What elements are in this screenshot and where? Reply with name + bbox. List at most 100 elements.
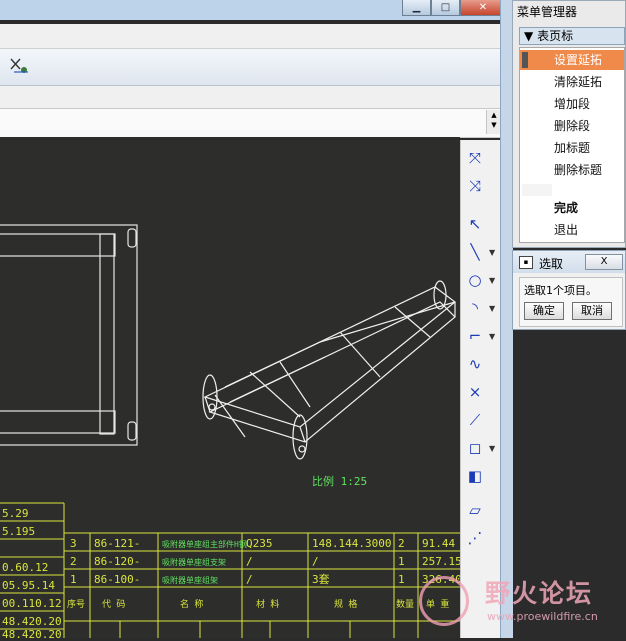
note-icon: ⤨ <box>468 177 481 195</box>
select-dialog-close-button[interactable]: X <box>585 254 623 270</box>
menu-header-label: 表页标 <box>537 29 574 43</box>
bom-cell-no: 2 <box>70 555 77 568</box>
scale-label: 比例 1:25 <box>312 474 367 488</box>
left-number: 5.29 <box>2 507 29 520</box>
sketch-tool-palette: ⤧ ⤨ ↖ ╲ ▼ ○ ▼ ◝ ▼ ⌐ ▼ ∿ × ⟋ ◻ ▼ ◧ ▱ ⋰ <box>460 140 503 638</box>
bom-cell-code: 86-100- <box>94 573 140 586</box>
bom-header-code: 代 码 <box>102 599 125 610</box>
mirror-tool[interactable]: ◧ <box>465 464 499 488</box>
bom-cell-spec: 148.144.3000 <box>312 537 391 550</box>
dropdown-arrow-icon[interactable]: ▼ <box>489 276 495 285</box>
offset-tool[interactable]: ◻ ▼ <box>465 436 499 460</box>
ribbon-toolbar <box>0 49 500 86</box>
message-scrollbar[interactable]: ▲ ▼ <box>486 110 501 134</box>
arc-tool[interactable]: ◝ ▼ <box>465 296 499 320</box>
menu-header-table-page[interactable]: ▼ 表页标 <box>519 27 625 45</box>
frame-view-iso <box>202 280 456 460</box>
menu-separator <box>522 184 552 196</box>
point-tool[interactable]: × <box>465 380 499 404</box>
note-tool[interactable]: ⤨ <box>465 174 499 198</box>
chamfer-icon: ⟋ <box>469 411 481 429</box>
menu-item-delete-title[interactable]: 删除标题 <box>520 160 624 180</box>
message-area <box>0 108 500 138</box>
left-number: 00.110.12 <box>2 597 62 610</box>
spline-icon: ∿ <box>468 355 482 373</box>
drawing-canvas[interactable]: 比例 1:25 5.29 5.195 0.60.12 05.95.14 00.1… <box>0 137 462 641</box>
fillet-icon: ⌐ <box>468 327 482 345</box>
bom-cell-material: / <box>246 573 253 586</box>
construction-line-icon: ⋰ <box>467 529 483 547</box>
dropdown-arrow-icon[interactable]: ▼ <box>489 444 495 453</box>
watermark-logo <box>419 576 469 626</box>
select-arrow-tool[interactable]: ↖ <box>465 212 499 236</box>
menu-item-quit[interactable]: 退出 <box>520 220 624 240</box>
toolbar-strip <box>0 24 500 49</box>
parallelogram-tool[interactable]: ▱ <box>465 498 499 522</box>
left-number: 0.60.12 <box>2 561 48 574</box>
ok-button[interactable]: 确定 <box>524 302 564 320</box>
circle-icon: ○ <box>468 271 482 289</box>
frame-view-left <box>0 224 138 446</box>
select-dialog: ▪ 选取 X 选取1个项目。 确定 取消 <box>512 250 626 330</box>
menu-manager: 菜单管理器 ▼ 表页标 设置延拓 清除延拓 增加段 删除段 加标题 删除标题 完… <box>512 0 626 248</box>
bom-header-material: 材 料 <box>256 598 279 610</box>
bom-header-qty: 数量 <box>396 598 414 610</box>
select-arrow-icon: ↖ <box>468 215 482 233</box>
bom-cell-qty: 1 <box>398 573 405 586</box>
bom-cell-code: 86-121- <box>94 537 140 550</box>
bom-cell-no: 1 <box>70 573 77 586</box>
cancel-button[interactable]: 取消 <box>572 302 612 320</box>
bom-cell-material: Q235 <box>246 537 273 550</box>
left-number: 5.195 <box>2 525 35 538</box>
dimension-icon: ⤧ <box>468 149 481 167</box>
offset-icon: ◻ <box>468 439 482 457</box>
dropdown-arrow-icon[interactable]: ▼ <box>489 304 495 313</box>
spline-tool[interactable]: ∿ <box>465 352 499 376</box>
bom-cell-name: 吸附器单座组架 <box>162 575 218 585</box>
construction-line-tool[interactable]: ⋰ <box>465 526 499 550</box>
menu-item-clear-extension[interactable]: 清除延拓 <box>520 72 624 92</box>
watermark-url: www.proewildfire.cn <box>487 610 598 623</box>
menu-item-add-title[interactable]: 加标题 <box>520 138 624 158</box>
select-dialog-icon: ▪ <box>519 256 533 269</box>
axis-tool-icon[interactable] <box>8 55 30 77</box>
parallelogram-icon: ▱ <box>469 501 481 519</box>
watermark-name: 野火论坛 <box>485 579 594 608</box>
bom-cell-weight: 91.44 <box>422 537 455 550</box>
circle-tool[interactable]: ○ ▼ <box>465 268 499 292</box>
bom-cell-code: 86-120- <box>94 555 140 568</box>
collapse-arrow-icon: ▼ <box>524 29 534 43</box>
point-icon: × <box>468 383 482 401</box>
line-icon: ╲ <box>470 243 480 261</box>
bom-cell-spec: 3套 <box>312 573 330 586</box>
bom-cell-name: 吸附器单座组主部件H钢 <box>162 539 247 549</box>
left-number: 48.420.20 <box>2 615 62 628</box>
arc-icon: ◝ <box>472 299 478 317</box>
window-controls: ▁ □ ✕ <box>402 0 506 16</box>
dropdown-arrow-icon[interactable]: ▼ <box>489 332 495 341</box>
menu-manager-title: 菜单管理器 <box>517 5 578 19</box>
drawing-svg: 比例 1:25 5.29 5.195 0.60.12 05.95.14 00.1… <box>0 224 462 641</box>
bom-cell-spec: / <box>312 555 319 568</box>
menu-item-delete-segment[interactable]: 删除段 <box>520 116 624 136</box>
minimize-button[interactable]: ▁ <box>402 0 431 16</box>
fillet-tool[interactable]: ⌐ ▼ <box>465 324 499 348</box>
line-tool[interactable]: ╲ ▼ <box>465 240 499 264</box>
bom-header: 序号 代 码 名 称 材 料 规 格 数量 单 重 <box>67 598 449 610</box>
menu-item-done[interactable]: 完成 <box>520 198 624 218</box>
select-dialog-body: 选取1个项目。 确定 取消 <box>519 277 623 327</box>
watermark: 野火论坛 www.proewildfire.cn <box>415 570 626 638</box>
left-number: 05.95.14 <box>2 579 55 592</box>
menu-item-add-segment[interactable]: 增加段 <box>520 94 624 114</box>
menu-item-set-extension[interactable]: 设置延拓 <box>520 50 624 70</box>
chamfer-tool[interactable]: ⟋ <box>465 408 499 432</box>
select-dialog-message: 选取1个项目。 <box>524 284 597 297</box>
maximize-button[interactable]: □ <box>431 0 460 16</box>
bom-row: 1 86-100- 吸附器单座组架 / 3套 1 326.40 <box>70 573 462 586</box>
bom-cell-name: 吸附器单座组支架 <box>162 557 226 567</box>
bom-header-name: 名 称 <box>180 598 203 610</box>
bom-row: 2 86-120- 吸附器单座组支架 / / 1 257.15 <box>70 555 462 568</box>
dropdown-arrow-icon[interactable]: ▼ <box>489 248 495 257</box>
menu-list: 设置延拓 清除延拓 增加段 删除段 加标题 删除标题 完成 退出 <box>519 47 625 243</box>
dimension-tool[interactable]: ⤧ <box>465 146 499 170</box>
